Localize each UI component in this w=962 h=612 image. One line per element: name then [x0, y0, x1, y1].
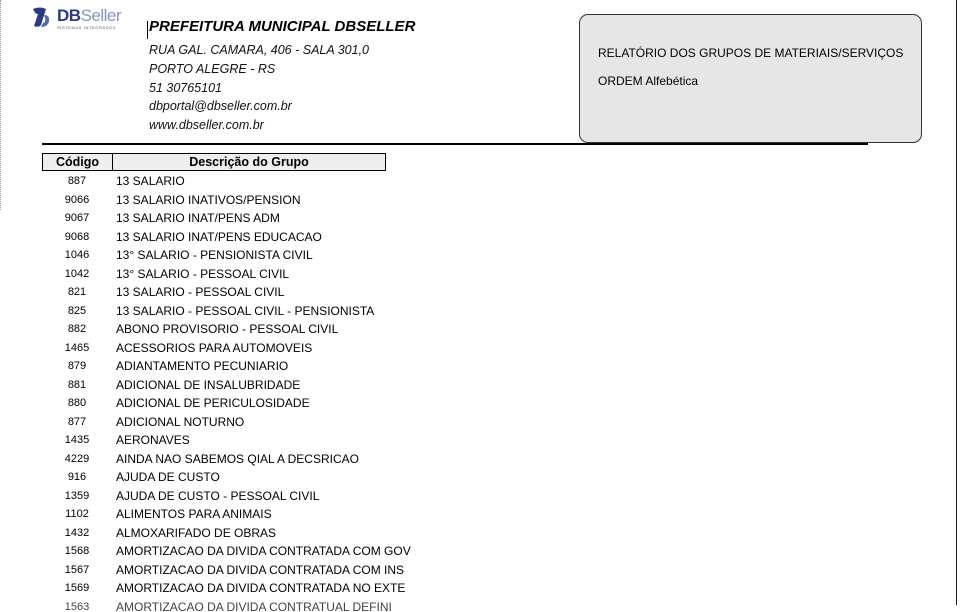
row-description: 13 SALARIO - PESSOAL CIVIL - PENSIONISTA: [116, 303, 375, 318]
row-code: 821: [67, 286, 87, 298]
table-row: 9068 13 SALARIO INAT/PENS EDUCACAO: [42, 228, 542, 247]
row-code: 9068: [64, 230, 90, 243]
organization-website: www.dbseller.com.br: [149, 118, 264, 132]
table-row: 880 ADICIONAL DE PERICULOSIDADE: [42, 394, 542, 413]
row-description: ALMOXARIFADO DE OBRAS: [116, 525, 277, 540]
row-description: AINDA NAO SABEMOS QIAL A DECSRICAO: [116, 451, 359, 466]
table-row: 1102 ALIMENTOS PARA ANIMAIS: [42, 505, 542, 524]
row-code: 887: [67, 175, 87, 187]
row-description: AMORTIZACAO DA DIVIDA CONTRATADA NO EXTE: [116, 581, 406, 595]
table-row: 916 AJUDA DE CUSTO: [42, 468, 542, 487]
row-code: 916: [67, 471, 87, 483]
row-code: 882: [67, 323, 87, 335]
row-code: 1569: [64, 582, 90, 594]
row-description: AERONAVES: [116, 433, 190, 447]
row-description: ADICIONAL NOTURNO: [116, 414, 245, 429]
row-code: 9066: [64, 193, 90, 206]
table-row: 825 13 SALARIO - PESSOAL CIVIL - PENSIONI…: [42, 302, 542, 321]
logo-wordmark: DBSeller: [57, 6, 122, 25]
table-row: 877 ADICIONAL NOTURNO: [42, 413, 542, 432]
row-code: 1046: [64, 249, 90, 261]
table-row: 9066 13 SALARIO INATIVOS/PENSION: [42, 191, 542, 210]
group-list: 887 13 SALARIO 9066 13 SALARIO INATIVOS/PEN…: [42, 172, 542, 612]
page-right-edge: [956, 0, 957, 605]
organization-phone: 51 30765101: [149, 81, 222, 95]
row-description: ALIMENTOS PARA ANIMAIS: [116, 507, 272, 521]
text-cursor: [147, 21, 148, 39]
row-description: 13 SALARIO INATIVOS/PENSION: [116, 192, 301, 207]
row-code: 1567: [64, 563, 90, 576]
table-row: 821 13 SALARIO - PESSOAL CIVIL: [42, 283, 542, 302]
table-row: 1046 13° SALARIO - PENSIONISTA CIVIL: [42, 246, 542, 265]
row-description: AMORTIZACAO DA DIVIDA CONTRATADA COM INS: [116, 562, 405, 577]
row-description: 13 SALARIO INAT/PENS EDUCACAO: [116, 229, 322, 244]
organization-city: PORTO ALEGRE - RS: [149, 62, 276, 76]
dbseller-logo-icon: [33, 7, 50, 27]
column-header-description: Descrição do Grupo: [189, 155, 309, 169]
table-row: 9067 13 SALARIO INAT/PENS ADM: [42, 209, 542, 228]
row-description: ADICIONAL DE INSALUBRIDADE: [116, 377, 301, 392]
page-left-edge: [0, 0, 4, 210]
table-row: 887 13 SALARIO: [42, 172, 542, 191]
table-row: 882 ABONO PROVISORIO - PESSOAL CIVIL: [42, 320, 542, 339]
report-title: RELATÓRIO DOS GRUPOS DE MATERIAIS/SERVIÇ…: [598, 46, 904, 60]
row-code: 1465: [64, 341, 90, 354]
table-row: 1567 AMORTIZACAO DA DIVIDA CONTRATADA COM…: [42, 561, 542, 580]
row-description: ADICIONAL DE PERICULOSIDADE: [116, 396, 310, 410]
row-code: 881: [67, 378, 87, 391]
table-row: 1359 AJUDA DE CUSTO - PESSOAL CIVIL: [42, 487, 542, 506]
row-code: 1042: [64, 267, 90, 280]
row-description: 13 SALARIO: [116, 174, 185, 188]
row-description: 13 SALARIO - PESSOAL CIVIL: [116, 285, 285, 299]
row-description: 13° SALARIO - PENSIONISTA CIVIL: [116, 248, 313, 262]
table-row: 1042 13° SALARIO - PESSOAL CIVIL: [42, 265, 542, 284]
row-description: ABONO PROVISORIO - PESSOAL CIVIL: [116, 322, 339, 336]
row-code: 1359: [64, 489, 90, 502]
row-description: AMORTIZACAO DA DIVIDA CONTRATADA COM GOV: [116, 544, 411, 558]
row-code: 880: [67, 397, 87, 409]
table-row: 1465 ACESSORIOS PARA AUTOMOVEIS: [42, 339, 542, 358]
logo-tagline: SISTEMAS INTEGRADOS: [57, 25, 117, 30]
row-code: 879: [67, 360, 87, 372]
row-code: 1102: [65, 508, 89, 520]
table-row: 1568 AMORTIZACAO DA DIVIDA CONTRATADA COM…: [42, 542, 542, 561]
row-description: ACESSORIOS PARA AUTOMOVEIS: [116, 340, 313, 355]
row-code: 1432: [64, 526, 90, 539]
row-code: 4229: [64, 452, 90, 465]
table-row: 879 ADIANTAMENTO PECUNIARIO: [42, 357, 542, 376]
table-row: 4229 AINDA NAO SABEMOS QIAL A DECSRICAO: [42, 450, 542, 469]
table-row: 1569 AMORTIZACAO DA DIVIDA CONTRATADA NO …: [42, 579, 542, 598]
report-info-box: RELATÓRIO DOS GRUPOS DE MATERIAIS/SERVIÇ…: [579, 14, 922, 143]
header-divider: [42, 143, 868, 145]
organization-email: dbportal@dbseller.com.br: [149, 99, 292, 113]
row-description: AJUDA DE CUSTO - PESSOAL CIVIL: [116, 488, 320, 503]
table-row: 1432 ALMOXARIFADO DE OBRAS: [42, 524, 542, 543]
row-code: 9067: [64, 212, 90, 224]
row-code: 1568: [64, 545, 90, 557]
row-description: 13 SALARIO INAT/PENS ADM: [116, 211, 280, 225]
report-order: ORDEM Alfebética: [598, 74, 699, 88]
row-code: 1435: [64, 434, 90, 446]
table-header: Código Descrição do Grupo: [42, 153, 386, 171]
row-description: 13° SALARIO - PESSOAL CIVIL: [116, 266, 290, 281]
organization-name: PREFEITURA MUNICIPAL DBSELLER: [149, 18, 416, 35]
table-row: 1435 AERONAVES: [42, 431, 542, 450]
row-description: ADIANTAMENTO PECUNIARIO: [116, 359, 289, 373]
row-code: 825: [67, 304, 87, 317]
row-code: 877: [67, 415, 87, 428]
row-description: AJUDA DE CUSTO: [116, 470, 220, 484]
table-row: 881 ADICIONAL DE INSALUBRIDADE: [42, 376, 542, 395]
company-logo: DBSeller SISTEMAS INTEGRADOS: [28, 4, 128, 34]
column-header-code: Código: [43, 154, 113, 170]
organization-address: RUA GAL. CAMARA, 406 - SALA 301,0: [149, 43, 370, 57]
